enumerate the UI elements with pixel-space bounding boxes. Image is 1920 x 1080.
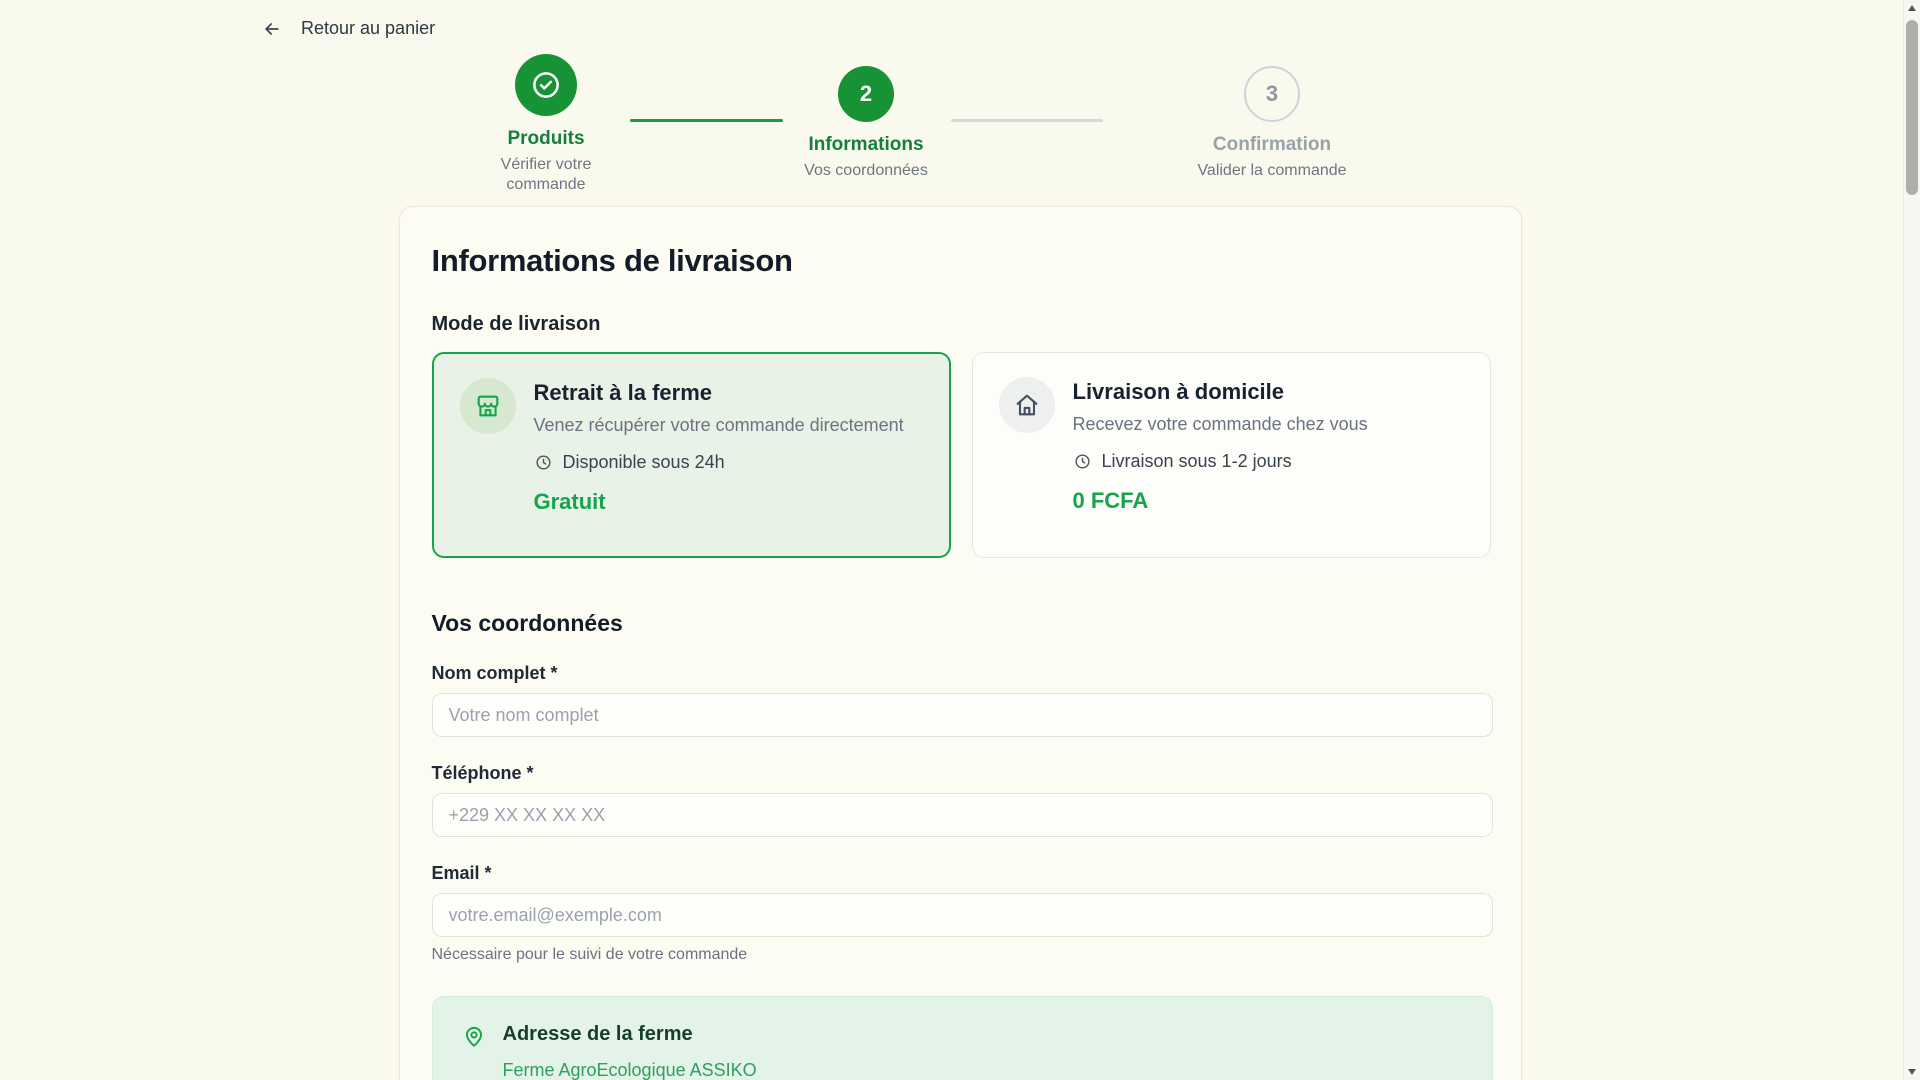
option-home-title: Livraison à domicile: [1073, 379, 1368, 405]
vertical-scrollbar[interactable]: [1903, 0, 1920, 1080]
checkout-stepper: Produits Vérifier votre commande 2 Infor…: [0, 0, 1920, 206]
map-pin-icon: [461, 1023, 487, 1080]
step-informations: 2 Informations Vos coordonnées: [746, 0, 986, 181]
step-confirmation-number: 3: [1266, 81, 1278, 107]
phone-label: Téléphone *: [432, 763, 1491, 784]
step-produits-indicator: [515, 54, 577, 116]
step-produits: Produits Vérifier votre commande: [466, 0, 626, 195]
option-pickup-availability-row: Disponible sous 24h: [534, 452, 904, 473]
email-input[interactable]: [432, 893, 1493, 937]
step-confirmation-sublabel: Valider la commande: [1152, 161, 1392, 181]
home-icon: [999, 377, 1055, 433]
option-home-price: 0 FCFA: [1073, 488, 1368, 514]
option-home-delivery[interactable]: Livraison à domicile Recevez votre comma…: [972, 352, 1491, 558]
storefront-icon: [460, 378, 516, 434]
option-pickup-price: Gratuit: [534, 489, 904, 515]
contact-heading: Vos coordonnées: [432, 610, 1491, 637]
step-confirmation-indicator: 3: [1244, 66, 1300, 122]
delivery-options: Retrait à la ferme Venez récupérer votre…: [432, 352, 1491, 558]
full-name-label: Nom complet *: [432, 663, 1491, 684]
option-home-description: Recevez votre commande chez vous: [1073, 414, 1368, 435]
delivery-info-card: Informations de livraison Mode de livrai…: [399, 206, 1522, 1080]
clock-icon: [534, 453, 553, 472]
scrollbar-thumb[interactable]: [1906, 20, 1918, 195]
farm-address-box: Adresse de la ferme Ferme AgroEcologique…: [432, 996, 1493, 1080]
option-home-availability-row: Livraison sous 1-2 jours: [1073, 451, 1368, 472]
step-produits-label: Produits: [466, 128, 626, 150]
check-circle-icon: [529, 68, 563, 102]
step-informations-number: 2: [860, 81, 872, 107]
option-pickup-availability: Disponible sous 24h: [563, 452, 725, 473]
option-home-availability: Livraison sous 1-2 jours: [1102, 451, 1292, 472]
email-helper-text: Nécessaire pour le suivi de votre comman…: [432, 946, 1491, 964]
step-informations-label: Informations: [746, 134, 986, 156]
option-pickup-description: Venez récupérer votre commande directeme…: [534, 415, 904, 436]
farm-address-line-1: Ferme AgroEcologique ASSIKO: [503, 1057, 757, 1080]
option-pickup-farm[interactable]: Retrait à la ferme Venez récupérer votre…: [432, 352, 951, 558]
scroll-down-button[interactable]: [1904, 1064, 1920, 1080]
scroll-up-button[interactable]: [1904, 0, 1920, 16]
step-informations-sublabel: Vos coordonnées: [746, 161, 986, 181]
phone-input[interactable]: [432, 793, 1493, 837]
farm-address-title: Adresse de la ferme: [503, 1023, 757, 1046]
clock-icon: [1073, 452, 1092, 471]
full-name-input[interactable]: [432, 693, 1493, 737]
delivery-mode-heading: Mode de livraison: [432, 313, 1491, 336]
email-field-group: Email * Nécessaire pour le suivi de votr…: [432, 863, 1491, 964]
step-confirmation: 3 Confirmation Valider la commande: [1152, 0, 1392, 181]
option-pickup-title: Retrait à la ferme: [534, 380, 904, 406]
full-name-field-group: Nom complet *: [432, 663, 1491, 737]
phone-field-group: Téléphone *: [432, 763, 1491, 837]
step-informations-indicator: 2: [838, 66, 894, 122]
step-produits-sublabel: Vérifier votre commande: [466, 155, 626, 195]
page-title: Informations de livraison: [432, 243, 1491, 279]
step-confirmation-label: Confirmation: [1152, 134, 1392, 156]
email-label: Email *: [432, 863, 1491, 884]
